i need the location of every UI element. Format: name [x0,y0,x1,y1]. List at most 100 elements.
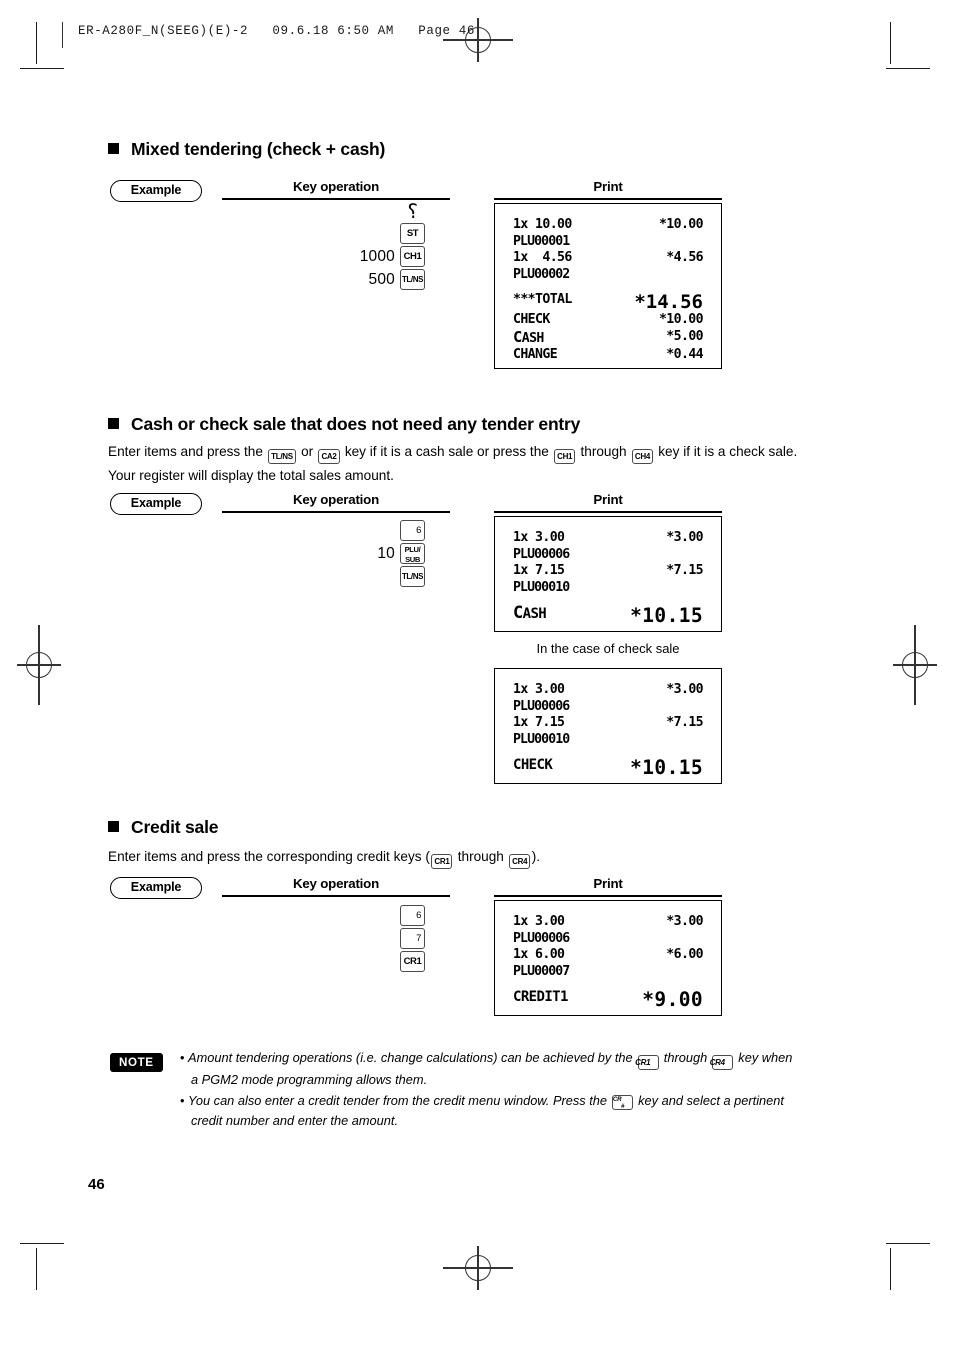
section-body-credit-sale: Enter items and press the corresponding … [108,845,798,869]
crop-mark-top-left-horizontal [20,68,64,70]
section-bullet-icon [108,821,119,832]
receipt-line: PLU00006 [513,698,570,714]
keyop-row: 10 PLU/SUB [300,543,425,565]
receipt-line: 1x 6.00 *6.00 [513,947,704,962]
key-6[interactable]: 6 [400,905,425,926]
key-ch4-inline[interactable]: CH4 [631,449,653,464]
keyop-row: ST [300,223,425,245]
keyop-row: TL/NS [300,566,425,588]
key-ch1[interactable]: CH1 [400,246,425,267]
example-badge-3: Example [110,877,202,899]
crop-mark-top-right-horizontal [886,68,930,70]
keyop-rule-2 [222,511,450,513]
key-tl-ns-inline[interactable]: TL/NS [268,449,296,464]
key-operation-1: ⸮ ST 1000 CH1 500 TL/NS [300,201,425,292]
registration-mark-right [893,625,937,705]
receipt-line: PLU00001 [513,233,570,249]
key-cr4-inline[interactable]: CR4 [710,1055,734,1070]
receipt-line: 1x 3.00 *3.00 [513,914,704,929]
section-body-cash-or-check: Enter items and press the TL/NS or CA2 k… [108,444,798,483]
key-7[interactable]: 7 [400,928,425,949]
key-operation-2: 6 10 PLU/SUB TL/NS [300,520,425,589]
section-heading-cash-or-check: Cash or check sale that does not need an… [108,414,580,435]
key-st[interactable]: ST [400,223,425,244]
receipt-line: PLU00006 [513,930,570,946]
key-cr4-inline[interactable]: CR4 [509,854,531,869]
receipt-line-total: CREDIT1 *9.00 [513,988,703,1011]
receipt-line: 1x 4.56 *4.56 [513,250,704,265]
keyop-header-1: Key operation [292,179,380,194]
keyop-row: 500 TL/NS [300,269,425,291]
receipt-line-total: CHECK *10.15 [513,756,703,779]
key-6[interactable]: 6 [400,520,425,541]
crop-mark-top-left-vertical [36,22,38,64]
running-head-rule [62,22,64,48]
print-rule-1 [494,198,722,200]
receipt-line: 1x 3.00 *3.00 [513,682,704,697]
section-heading-credit-sale: Credit sale [108,817,218,838]
key-cr1-inline[interactable]: CR1 [635,1055,659,1070]
example-badge-1: Example [110,180,202,202]
keyop-row: CR1 [300,951,425,973]
keyop-header-3: Key operation [292,876,380,891]
crop-mark-bottom-left-horizontal [20,1243,64,1245]
receipt-line: PLU00007 [513,963,570,979]
note-item: • You can also enter a credit tender fro… [180,1092,784,1129]
receipt-line: 1x 10.00 *10.00 [513,217,704,232]
receipt-cash-label: ASH [522,606,547,622]
section-bullet-icon [108,418,119,429]
note-item: • Amount tendering operations (i.e. chan… [180,1050,793,1087]
registration-mark-bottom [443,1246,513,1290]
receipt-check-sale: 1x 3.00 *3.00 PLU00006 1x 7.15 *7.15 PLU00… [494,668,722,784]
keyop-rule-1 [222,198,450,200]
key-cr1-inline[interactable]: CR1 [431,854,453,869]
receipt-line-total: ***TOTAL *14.56 [513,291,703,313]
receipt-cash-label: ASH [521,330,545,346]
note-body: • Amount tendering operations (i.e. chan… [180,1048,800,1132]
keyop-row: 7 [300,928,425,950]
key-plu-sub[interactable]: PLU/SUB [400,543,425,564]
continuation-squiggle-icon: ⸮ [407,201,418,223]
keyop-amount: 1000 [359,248,395,265]
receipt-line-total: CASH *10.15 [513,603,703,627]
receipt-line: PLU00002 [513,266,570,282]
keyop-rule-3 [222,895,450,897]
key-cr-hash-inline[interactable]: CR # [612,1094,634,1110]
key-cr1[interactable]: CR1 [400,951,425,972]
receipt-line: 1x 7.15 *7.15 [513,563,704,578]
receipt-credit-sale: 1x 3.00 *3.00 PLU00006 1x 6.00 *6.00 PLU00… [494,900,722,1016]
key-tl-ns[interactable]: TL/NS [400,269,425,290]
receipt-caption-check-sale: In the case of check sale [536,641,680,656]
key-ca2-inline[interactable]: CA2 [318,449,340,464]
print-header-3: Print [593,876,623,891]
key-ch1-inline[interactable]: CH1 [554,449,576,464]
keyop-header-2: Key operation [292,492,380,507]
receipt-cash-sale: 1x 3.00 *3.00 PLU00006 1x 7.15 *7.15 PLU00… [494,516,722,632]
section-bullet-icon [108,143,119,154]
print-rule-3 [494,895,722,897]
keyop-row: 6 [300,905,425,927]
receipt-line: 1x 7.15 *7.15 [513,715,704,730]
receipt-line: PLU00010 [513,579,570,595]
keyop-row: 1000 CH1 [300,246,425,268]
crop-mark-bottom-left-vertical [36,1248,38,1290]
key-tl-ns[interactable]: TL/NS [400,566,425,587]
running-head: ER-A280F_N(SEEG)(E)-2 09.6.18 6:50 AM Pa… [78,24,475,38]
print-header-1: Print [593,179,623,194]
keyop-row: 6 [300,520,425,542]
receipt-line: CASH *5.00 [513,327,704,346]
keyop-amount: 500 [368,271,395,288]
crop-mark-top-right-vertical [890,22,892,64]
receipt-line: PLU00010 [513,731,570,747]
crop-mark-bottom-right-vertical [890,1248,892,1290]
receipt-mixed-tendering: 1x 10.00 *10.00 PLU00001 1x 4.56 *4.56 PLU… [494,203,722,369]
note-badge: NOTE [110,1053,163,1072]
receipt-line: 1x 3.00 *3.00 [513,530,704,545]
print-header-2: Print [593,492,623,507]
example-badge-2: Example [110,493,202,515]
keyop-amount: 10 [377,545,395,562]
receipt-line: CHANGE *0.44 [513,347,704,362]
key-operation-3: 6 7 CR1 [300,905,425,974]
crop-mark-bottom-right-horizontal [886,1243,930,1245]
section-heading-mixed-tendering: Mixed tendering (check + cash) [108,139,385,160]
